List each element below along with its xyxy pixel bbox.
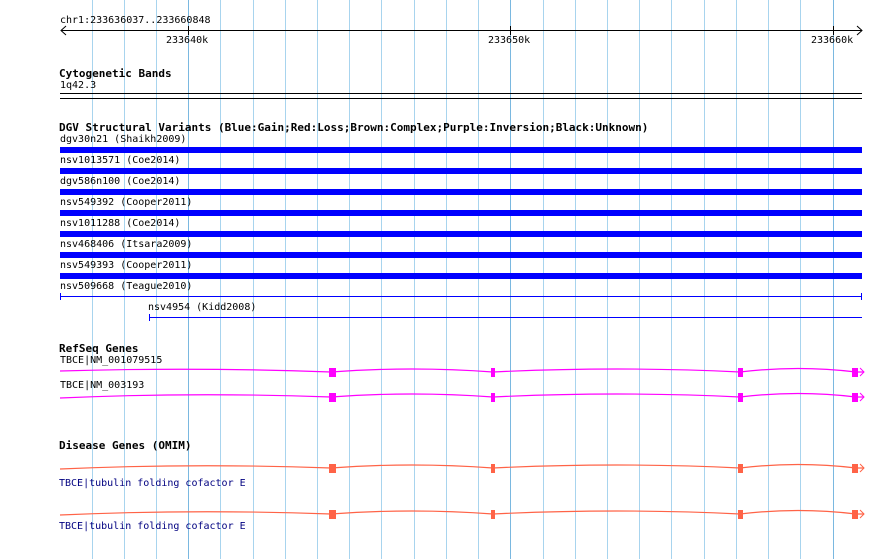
dgv-feature-line[interactable] [58, 292, 864, 302]
dgv-feature-bar[interactable] [60, 168, 862, 174]
ruler-axis [60, 25, 863, 36]
omim-gene-label: TBCE|tubulin folding cofactor E [59, 521, 246, 532]
dgv-feature-bar[interactable] [60, 147, 862, 153]
dgv-feature-label: dgv586n100 (Coe2014) [60, 176, 181, 187]
dgv-feature-bar[interactable] [60, 189, 862, 195]
dgv-feature-bar[interactable] [60, 252, 862, 258]
dgv-feature-bar[interactable] [60, 231, 862, 237]
refseq-transcript-glyph[interactable] [0, 387, 890, 407]
dgv-feature-label: nsv1011288 (Coe2014) [60, 218, 181, 229]
dgv-feature-bar[interactable] [60, 210, 862, 216]
dgv-feature-line[interactable] [147, 313, 864, 323]
cytoband-glyph[interactable] [60, 93, 862, 99]
ruler-tick-label: 233650k [488, 35, 531, 46]
omim-gene-glyph[interactable] [0, 458, 890, 478]
cytoband-track-title[interactable]: Cytogenetic Bands [59, 67, 172, 80]
ruler-tick-label: 233640k [166, 35, 209, 46]
cytoband-label: 1q42.3 [60, 80, 97, 91]
omim-gene-label: TBCE|tubulin folding cofactor E [59, 478, 246, 489]
ruler-tick-label: 233660k [811, 35, 854, 46]
refseq-transcript-glyph[interactable] [0, 362, 890, 382]
omim-track-title[interactable]: Disease Genes (OMIM) [59, 439, 191, 452]
dgv-feature-label: nsv549393 (Cooper2011) [60, 260, 193, 271]
dgv-feature-label: dgv30n21 (Shaikh2009) [60, 134, 187, 145]
dgv-track-title[interactable]: DGV Structural Variants (Blue:Gain;Red:L… [59, 121, 648, 134]
refseq-track-title[interactable]: RefSeq Genes [59, 342, 138, 355]
dgv-feature-bar[interactable] [60, 273, 862, 279]
dgv-feature-label: nsv1013571 (Coe2014) [60, 155, 181, 166]
dgv-feature-label: nsv549392 (Cooper2011) [60, 197, 193, 208]
dgv-feature-label: nsv468406 (Itsara2009) [60, 239, 193, 250]
